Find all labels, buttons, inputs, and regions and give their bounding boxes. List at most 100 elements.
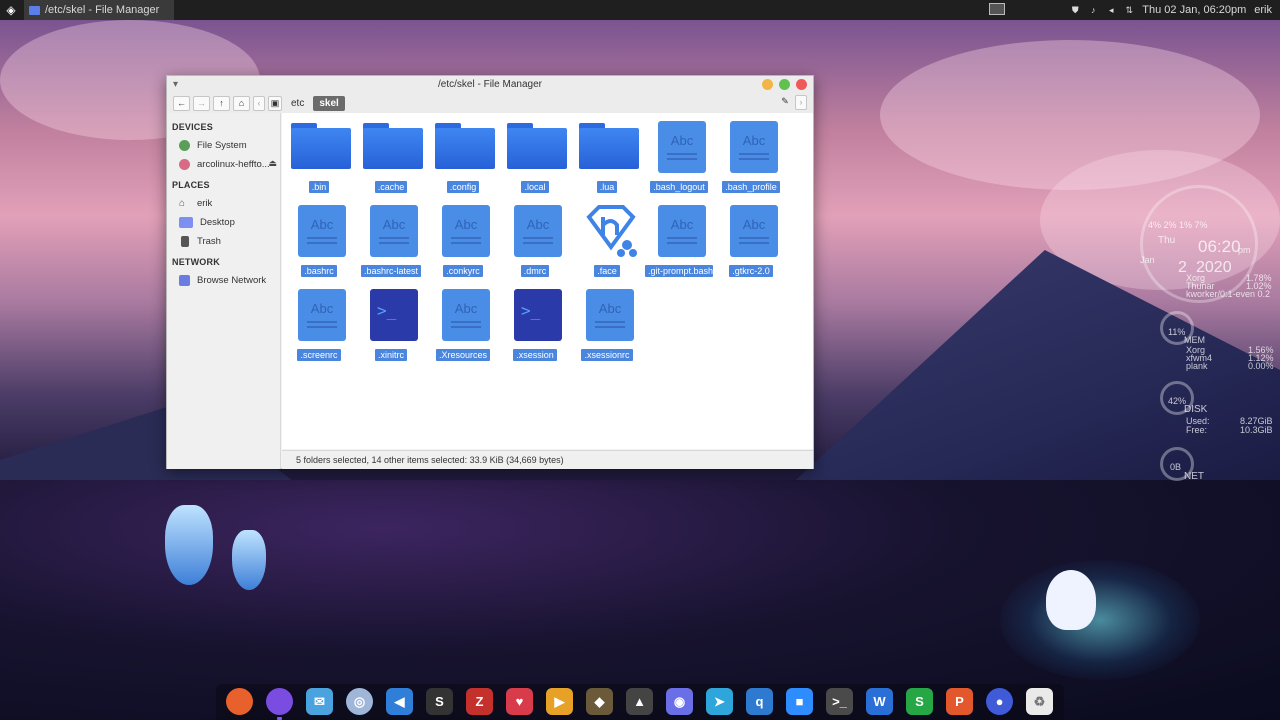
toggle-app-icon[interactable]: ● bbox=[986, 688, 1013, 715]
file-manager-window: ▾ /etc/skel - File Manager ← → ↑ ⌂ ‹ ▣ e… bbox=[166, 75, 814, 469]
file-item[interactable]: >_ .xsession bbox=[501, 285, 569, 365]
terminal-icon[interactable]: >_ bbox=[826, 688, 853, 715]
close-button[interactable] bbox=[796, 79, 807, 90]
gimp-icon[interactable]: ◆ bbox=[586, 688, 613, 715]
file-item[interactable]: Abc .git-prompt.bash bbox=[645, 201, 713, 281]
desktop-icon bbox=[179, 217, 193, 228]
file-item[interactable]: .local bbox=[501, 117, 569, 197]
strawberry-icon[interactable]: ♥ bbox=[506, 688, 533, 715]
telegram-icon[interactable]: ➤ bbox=[706, 688, 733, 715]
breadcrumb-etc[interactable]: etc bbox=[285, 96, 310, 111]
app-menu-icon[interactable]: ◈ bbox=[4, 3, 18, 17]
network-icon bbox=[179, 275, 190, 286]
folder-icon bbox=[363, 123, 423, 169]
workspace-switcher[interactable] bbox=[989, 3, 1005, 15]
root-button[interactable]: ▣ bbox=[268, 95, 282, 111]
back-button[interactable]: ← bbox=[173, 95, 190, 111]
file-item[interactable]: Abc .bashrc-latest bbox=[357, 201, 425, 281]
file-label: .bashrc-latest bbox=[357, 265, 425, 280]
s-app-icon[interactable]: S bbox=[426, 688, 453, 715]
file-item[interactable]: .config bbox=[429, 117, 497, 197]
file-item[interactable]: Abc .bash_profile bbox=[717, 117, 785, 197]
file-view[interactable]: .bin .cache .config .local .lua Abc .bash_logo… bbox=[282, 113, 813, 449]
home-button[interactable]: ⌂ bbox=[233, 95, 250, 111]
sidebar-item-label: arcolinux-heffto... bbox=[197, 159, 270, 170]
file-item[interactable]: Abc .xsessionrc bbox=[573, 285, 641, 365]
top-process-3: kworker/0:1-even 0.2 bbox=[1186, 289, 1271, 299]
file-item[interactable]: Abc .bashrc bbox=[285, 201, 353, 281]
file-item[interactable]: .lua bbox=[573, 117, 641, 197]
mail-icon[interactable]: ✉ bbox=[306, 688, 333, 715]
file-label: .dmrc bbox=[501, 265, 569, 280]
volume-icon[interactable]: ◂ bbox=[1106, 5, 1116, 15]
sidebar-item-desktop[interactable]: Desktop bbox=[167, 213, 280, 232]
recycle-icon[interactable]: ♻ bbox=[1026, 688, 1053, 715]
sidebar-item-arcolinux[interactable]: arcolinux-heffto... ⏏ bbox=[167, 155, 280, 174]
file-item[interactable]: Abc .screenrc bbox=[285, 285, 353, 365]
file-item[interactable]: .cache bbox=[357, 117, 425, 197]
disk-label: DISK bbox=[1184, 404, 1208, 415]
script-file-icon: >_ bbox=[370, 289, 418, 341]
firefox-icon[interactable] bbox=[226, 688, 253, 715]
folder-icon bbox=[435, 123, 495, 169]
text-file-icon: Abc bbox=[442, 205, 490, 257]
bell-icon[interactable]: ♪ bbox=[1088, 5, 1098, 15]
net-label: NET bbox=[1184, 471, 1204, 482]
sidebar-item-trash[interactable]: Trash bbox=[167, 232, 280, 251]
zoom-icon[interactable]: ■ bbox=[786, 688, 813, 715]
up-button[interactable]: ↑ bbox=[213, 95, 230, 111]
purple-app-icon[interactable] bbox=[266, 688, 293, 715]
conky-widget: 4% 2% 1% 7% Thu 06:20 pm Jan 2 2020 Xorg… bbox=[1140, 185, 1280, 485]
file-label: .gtkrc-2.0 bbox=[717, 265, 785, 280]
discord-icon[interactable]: ◉ bbox=[666, 688, 693, 715]
file-label: .bash_logout bbox=[645, 181, 713, 196]
sidebar-item-home[interactable]: ⌂ erik bbox=[167, 194, 280, 213]
compass-icon[interactable]: ◎ bbox=[346, 688, 373, 715]
writer-icon[interactable]: W bbox=[866, 688, 893, 715]
breadcrumb-skel[interactable]: skel bbox=[313, 95, 345, 111]
spreadsheet-icon[interactable]: S bbox=[906, 688, 933, 715]
file-item[interactable]: Abc .gtkrc-2.0 bbox=[717, 201, 785, 281]
sidebar-item-browse-network[interactable]: Browse Network bbox=[167, 271, 280, 290]
disk-free-label: Free: bbox=[1186, 425, 1208, 435]
forward-button[interactable]: → bbox=[193, 95, 210, 111]
clock[interactable]: Thu 02 Jan, 06:20pm bbox=[1142, 4, 1246, 16]
folder-icon bbox=[579, 123, 639, 169]
network-tray-icon[interactable]: ⇅ bbox=[1124, 5, 1134, 15]
path-right-button[interactable]: › bbox=[795, 95, 807, 110]
file-label: .xsession bbox=[501, 349, 569, 364]
disc-icon bbox=[179, 159, 190, 170]
mem-process-3-name: plank bbox=[1186, 361, 1208, 371]
file-item[interactable]: .bin bbox=[285, 117, 353, 197]
top-panel: ◈ /etc/skel - File Manager ⛊ ♪ ◂ ⇅ Thu 0… bbox=[0, 0, 1280, 20]
file-item[interactable]: Abc .dmrc bbox=[501, 201, 569, 281]
window-titlebar[interactable]: ▾ /etc/skel - File Manager bbox=[167, 76, 813, 93]
text-file-icon: Abc bbox=[586, 289, 634, 341]
file-item[interactable]: Abc .conkyrc bbox=[429, 201, 497, 281]
sidebar-item-file-system[interactable]: File System bbox=[167, 136, 280, 155]
path-left-button[interactable]: ‹ bbox=[253, 95, 265, 111]
file-label: .bashrc bbox=[285, 265, 353, 280]
user-name[interactable]: erik bbox=[1254, 4, 1272, 16]
shield-icon[interactable]: ⛊ bbox=[1070, 5, 1080, 15]
minimize-button[interactable] bbox=[762, 79, 773, 90]
home-icon: ⌂ bbox=[179, 198, 186, 209]
system-tray: ⛊ ♪ ◂ ⇅ Thu 02 Jan, 06:20pm erik bbox=[1070, 0, 1272, 20]
window-menu-icon[interactable]: ▾ bbox=[173, 76, 178, 93]
media-player-icon[interactable]: ▶ bbox=[546, 688, 573, 715]
file-item[interactable]: Abc .bash_logout bbox=[645, 117, 713, 197]
file-item[interactable]: Abc .Xresources bbox=[429, 285, 497, 365]
qbittorrent-icon[interactable]: q bbox=[746, 688, 773, 715]
file-item[interactable]: .face bbox=[573, 201, 641, 281]
presentation-icon[interactable]: P bbox=[946, 688, 973, 715]
filezilla-icon[interactable]: Z bbox=[466, 688, 493, 715]
wallpaper-glow bbox=[1000, 560, 1200, 680]
maximize-button[interactable] bbox=[779, 79, 790, 90]
taskbar-item-file-manager[interactable]: /etc/skel - File Manager bbox=[24, 0, 174, 20]
vscode-icon[interactable]: ◀ bbox=[386, 688, 413, 715]
file-item[interactable]: >_ .xinitrc bbox=[357, 285, 425, 365]
trash-icon bbox=[181, 236, 189, 247]
inkscape-icon[interactable]: ▲ bbox=[626, 688, 653, 715]
eject-icon[interactable]: ⏏ bbox=[268, 158, 277, 169]
edit-path-icon[interactable]: ✎ bbox=[778, 95, 792, 110]
